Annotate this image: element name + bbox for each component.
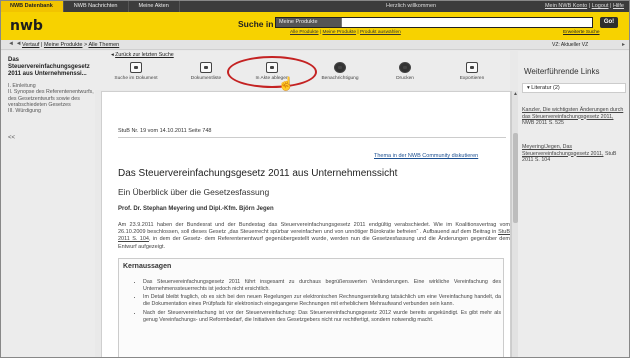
document-intro: Am 23.9.2011 haben der Bundesrat und der… [118,222,510,250]
vz-next-icon[interactable]: ▸ [622,41,625,48]
right-sidebar: Weiterführende Links ▾ Literatur (2) Kan… [518,51,630,358]
key-points-box: Kernaussagen Das Steuervereinfachungsges… [118,258,504,358]
left-sidebar: Das Steuervereinfachungsgesetz 2011 aus … [0,51,95,358]
search-scope-select[interactable]: Meine Produkte [276,18,342,27]
my-products-link[interactable]: Meine Produkte [322,30,356,35]
document-title: Das Steuervereinfachungsgesetz 2011 aus … [118,168,398,179]
tab-nwb-datenbank[interactable]: NWB Datenbank [0,0,64,12]
back-to-search-link[interactable]: ◂ Zurück zur letzten Suche [111,52,174,58]
document-list-button[interactable]: Dokumentliste [179,62,233,81]
tab-nwb-nachrichten[interactable]: NWB Nachrichten [64,0,129,12]
document-authors: Prof. Dr. Stephan Meyering und Dipl.-Kfm… [118,206,274,212]
header: nwb Suche in Meine Produkte Go! Alle Pro… [0,12,630,40]
document-panel: StuB Nr. 19 vom 14.10.2011 Seite 748 The… [101,91,511,358]
breadcrumb-bar: ◄ ◄ Vertauf | Meine Produkte > Alle Them… [0,40,630,50]
my-account-link[interactable]: Mein NWB Konto [545,3,587,9]
highlight-circle [227,56,317,88]
export-button[interactable]: Exportieren [445,62,499,81]
export-icon [466,62,478,73]
search-doc-icon [130,62,142,73]
key-point: Nach der Steuervereinfachung ist vor der… [143,310,501,324]
extended-search-link[interactable]: Erweiterte Suche [563,30,600,35]
breadcrumb-item-meine-produkte[interactable]: Meine Produkte [44,42,83,48]
literature-toggle[interactable]: ▾ Literatur (2) [522,83,626,93]
help-link[interactable]: Hilfe [613,3,624,9]
search-box: Meine Produkte [275,17,593,28]
search-scope-links: Alle Produkte | Meine Produkte | Produkt… [290,30,401,35]
tab-meine-akten[interactable]: Meine Akten [129,0,180,12]
divider [118,137,506,138]
document-list-icon [200,62,212,73]
community-discussion-link[interactable]: Thema in der NWB Community diskutieren [374,153,478,159]
table-of-contents: I. Einleitung II. Synopse des Referenten… [8,83,94,114]
print-button[interactable]: Drucken [378,62,432,81]
vz-status: VZ: Aktueller VZ [552,42,589,48]
breadcrumb-item-alle-themen[interactable]: Alle Themen [88,42,119,48]
print-icon [399,62,411,73]
account-links: Mein NWB Konto | Logout | Hilfe [544,3,624,9]
notification-icon [334,62,346,73]
key-points-list: Das Steuervereinfachungsgesetz 2011 führ… [133,279,501,325]
toc-item-synopse[interactable]: II. Synopse des Referentenentwurfs, des … [8,89,94,108]
key-points-title: Kernaussagen [123,263,172,270]
key-point: Das Steuervereinfachungsgesetz 2011 führ… [143,279,501,293]
nwb-logo[interactable]: nwb [10,18,43,34]
logout-link[interactable]: Logout [592,3,609,9]
key-point: Im Detail bleibt fraglich, ob es sich be… [143,294,501,308]
document-source: StuB Nr. 19 vom 14.10.2011 Seite 748 [118,128,212,134]
toc-item-wuerdigung[interactable]: III. Würdigung [8,108,94,114]
literature-item[interactable]: Meyering/Jegen, Das Steuervereinfachungs… [522,144,626,164]
further-links-title: Weiterführende Links [524,67,600,76]
hand-cursor-icon: ☝ [278,76,295,91]
breadcrumb-item-vertauf[interactable]: Vertauf [22,42,39,48]
all-products-link[interactable]: Alle Produkte [290,30,319,35]
literature-item[interactable]: Kanzler, Die wichtigsten Änderungen durc… [522,107,626,127]
search-in-document-button[interactable]: Suche im Dokument [109,62,163,81]
search-input[interactable] [342,18,592,27]
breadcrumb: Vertauf | Meine Produkte > Alle Themen [22,42,120,48]
document-subtitle: Ein Überblick über die Gesetzesfassung [118,187,270,197]
document-scrollbar[interactable]: ▲ [511,91,518,358]
back-arrows-icon[interactable]: ◄ ◄ [8,41,22,47]
go-button[interactable]: Go! [600,17,618,28]
search-label: Suche in [238,19,274,29]
collapse-sidebar-button[interactable]: << [8,135,15,141]
sidebar-doc-title[interactable]: Das Steuervereinfachungsgesetz 2011 aus … [8,57,94,78]
notification-button[interactable]: Benachrichtigung [313,62,367,81]
select-product-link[interactable]: Produkt auswählen [360,30,401,35]
top-navigation: NWB Datenbank NWB Nachrichten Meine Akte… [0,0,630,12]
welcome-text: Herzlich willkommen [386,3,437,9]
